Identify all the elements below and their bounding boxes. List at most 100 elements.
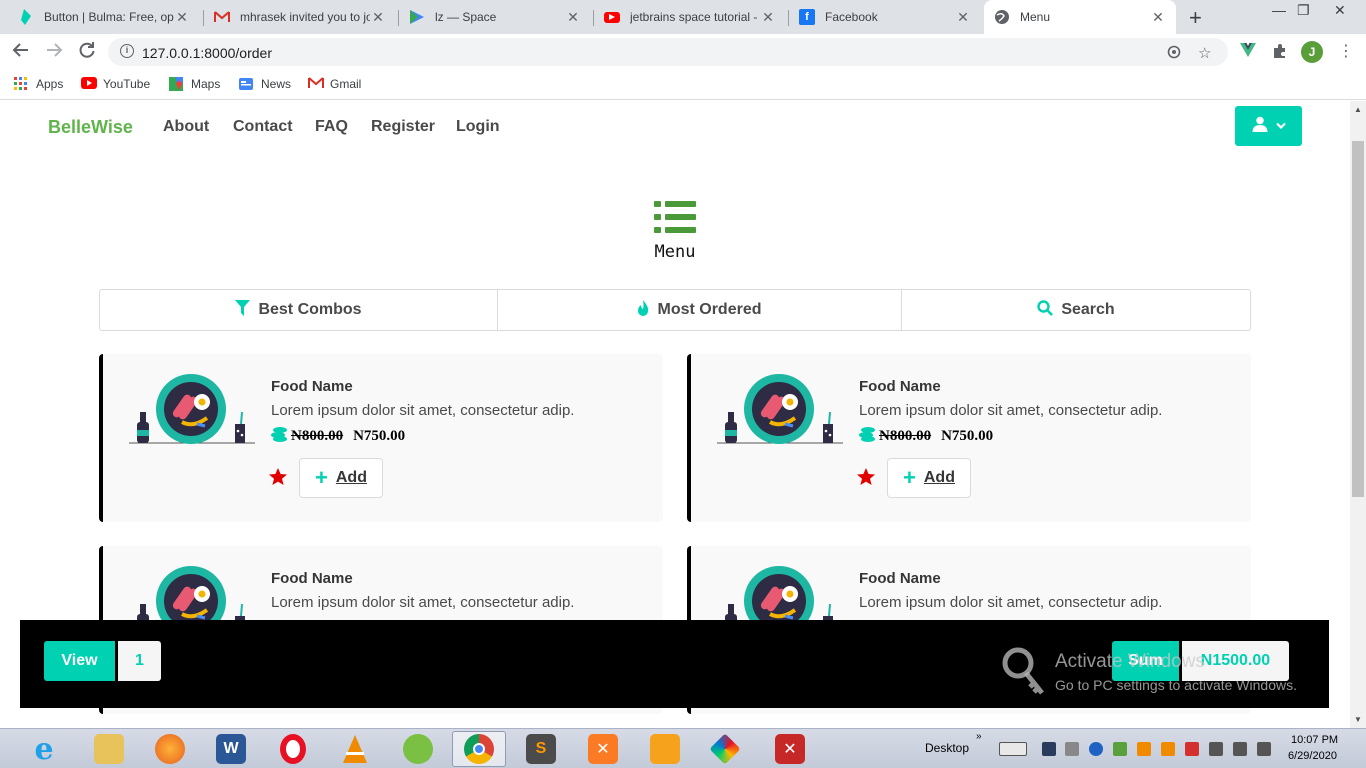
new-tab-icon[interactable]: +	[1189, 5, 1202, 31]
scroll-down-icon[interactable]: ▼	[1354, 715, 1362, 724]
browser-tab-strip: Button | Bulma: Free, ope ✕ mhrasek invi…	[0, 0, 1366, 34]
url-text[interactable]: 127.0.0.1:8000/order	[142, 45, 272, 61]
vlc-tray-icon[interactable]	[1161, 742, 1175, 756]
nav-login[interactable]: Login	[456, 118, 500, 136]
food-name: Food Name	[271, 570, 353, 587]
maximize-icon[interactable]: ❐	[1297, 2, 1310, 19]
bookmark-gmail[interactable]: Gmail	[308, 77, 361, 91]
tray-app-icon[interactable]	[1185, 742, 1199, 756]
nav-register[interactable]: Register	[371, 118, 435, 136]
pdf-app-icon[interactable]: ✕	[763, 731, 817, 767]
bookmark-youtube[interactable]: YouTube	[81, 77, 150, 91]
current-price: N750.00	[941, 428, 994, 444]
sublime-text-icon[interactable]: S	[514, 731, 568, 767]
nav-faq[interactable]: FAQ	[315, 118, 348, 136]
nav-about[interactable]: About	[163, 118, 209, 136]
internet-explorer-icon[interactable]: e	[17, 731, 71, 767]
browser-tab[interactable]: f Facebook ✕	[789, 0, 981, 34]
gmail-favicon-icon	[214, 9, 230, 25]
close-tab-icon[interactable]: ✕	[370, 9, 386, 26]
browser-menu-icon[interactable]: ⋮	[1338, 41, 1354, 61]
browser-tab[interactable]: mhrasek invited you to jo ✕	[204, 0, 396, 34]
vlc-tray-icon[interactable]	[1137, 742, 1151, 756]
file-explorer-icon[interactable]	[82, 731, 136, 767]
profile-avatar[interactable]: J	[1301, 41, 1323, 63]
bookmark-star-icon[interactable]: ☆	[1198, 44, 1211, 62]
news-icon	[239, 77, 253, 91]
vlc-icon[interactable]	[328, 731, 382, 767]
tray-app-icon[interactable]	[1065, 742, 1079, 756]
bluetooth-icon[interactable]	[1089, 742, 1103, 756]
search-icon	[1037, 299, 1054, 321]
minimize-icon[interactable]: —	[1272, 2, 1286, 18]
volume-icon[interactable]	[1257, 742, 1271, 756]
clock-date[interactable]: 6/29/2020	[1288, 750, 1337, 762]
omnibox[interactable]: i 127.0.0.1:8000/order ☆	[108, 38, 1228, 66]
chrome-icon[interactable]	[452, 731, 506, 767]
browser-tab-active[interactable]: Menu ✕	[984, 0, 1176, 34]
close-tab-icon[interactable]: ✕	[174, 9, 190, 26]
close-tab-icon[interactable]: ✕	[1150, 9, 1166, 26]
power-icon[interactable]	[1209, 742, 1223, 756]
address-toolbar: i 127.0.0.1:8000/order ☆ J ⋮	[0, 34, 1366, 70]
scrollbar-thumb[interactable]	[1352, 141, 1364, 497]
page-scrollbar[interactable]: ▲ ▼	[1350, 101, 1366, 728]
close-tab-icon[interactable]: ✕	[760, 9, 776, 26]
food-name: Food Name	[859, 570, 941, 587]
site-info-icon[interactable]: i	[120, 44, 134, 58]
food-name: Food Name	[271, 378, 353, 395]
bookmark-news[interactable]: News	[239, 77, 291, 91]
tray-app-icon[interactable]	[1113, 742, 1127, 756]
utorrent-icon[interactable]	[391, 731, 445, 767]
toolbar-expand-icon[interactable]: »	[976, 731, 982, 742]
add-to-cart-button[interactable]: + Add	[299, 458, 383, 498]
close-tab-icon[interactable]: ✕	[565, 9, 581, 26]
food-description: Lorem ipsum dolor sit amet, consectetur …	[859, 402, 1163, 419]
opera-icon[interactable]	[266, 731, 320, 767]
cart-count: 1	[118, 641, 161, 681]
favorite-star-icon[interactable]	[857, 468, 875, 490]
page-viewport: BelleWise About Contact FAQ Register Log…	[0, 101, 1350, 728]
windows-taskbar: e W S ✕ ✕ Desktop » 10:07 PM 6/29/2020	[0, 728, 1366, 768]
xampp-icon[interactable]: ✕	[576, 731, 630, 767]
user-menu-button[interactable]	[1235, 106, 1302, 146]
menu-filter-tabs: Best Combos Most Ordered Search	[99, 289, 1251, 331]
current-price: N750.00	[353, 428, 406, 444]
colorful-app-icon[interactable]	[698, 731, 752, 767]
old-price: N800.00	[879, 428, 932, 444]
fl-studio-icon[interactable]	[638, 731, 692, 767]
brand-logo[interactable]: BelleWise	[48, 117, 133, 138]
add-to-cart-button[interactable]: + Add	[887, 458, 971, 498]
firefox-icon[interactable]	[143, 731, 197, 767]
browser-tab[interactable]: lz — Space ✕	[399, 0, 591, 34]
clock-time[interactable]: 10:07 PM	[1291, 734, 1338, 746]
nav-contact[interactable]: Contact	[233, 118, 293, 136]
browser-tab[interactable]: jetbrains space tutorial - ✕	[594, 0, 786, 34]
browser-tab[interactable]: Button | Bulma: Free, ope ✕	[8, 0, 200, 34]
vue-extension-icon[interactable]	[1240, 43, 1256, 61]
close-tab-icon[interactable]: ✕	[955, 9, 971, 26]
coins-icon	[859, 426, 877, 447]
bookmark-apps[interactable]: Apps	[14, 77, 63, 91]
close-window-icon[interactable]: ✕	[1334, 2, 1346, 19]
site-navbar: BelleWise About Contact FAQ Register Log…	[0, 101, 1350, 153]
tab-most-ordered[interactable]: Most Ordered	[497, 290, 901, 330]
scroll-up-icon[interactable]: ▲	[1354, 105, 1362, 114]
word-icon[interactable]: W	[204, 731, 258, 767]
back-icon[interactable]	[12, 41, 30, 64]
network-icon[interactable]	[1233, 742, 1247, 756]
favorite-star-icon[interactable]	[269, 468, 287, 490]
keyboard-icon[interactable]	[999, 742, 1027, 756]
tray-app-icon[interactable]	[1042, 742, 1056, 756]
view-cart-button[interactable]: View	[44, 641, 115, 681]
tab-best-combos[interactable]: Best Combos	[100, 290, 497, 330]
desktop-toolbar-label[interactable]: Desktop	[925, 741, 969, 755]
bookmark-maps[interactable]: Maps	[169, 77, 220, 91]
reload-icon[interactable]	[78, 41, 96, 64]
price-row: N800.00 N750.00	[271, 426, 405, 447]
extensions-puzzle-icon[interactable]	[1272, 43, 1288, 63]
forward-icon[interactable]	[45, 41, 63, 64]
plus-icon: +	[315, 465, 328, 490]
tab-search[interactable]: Search	[901, 290, 1250, 330]
location-target-icon[interactable]	[1166, 44, 1182, 64]
